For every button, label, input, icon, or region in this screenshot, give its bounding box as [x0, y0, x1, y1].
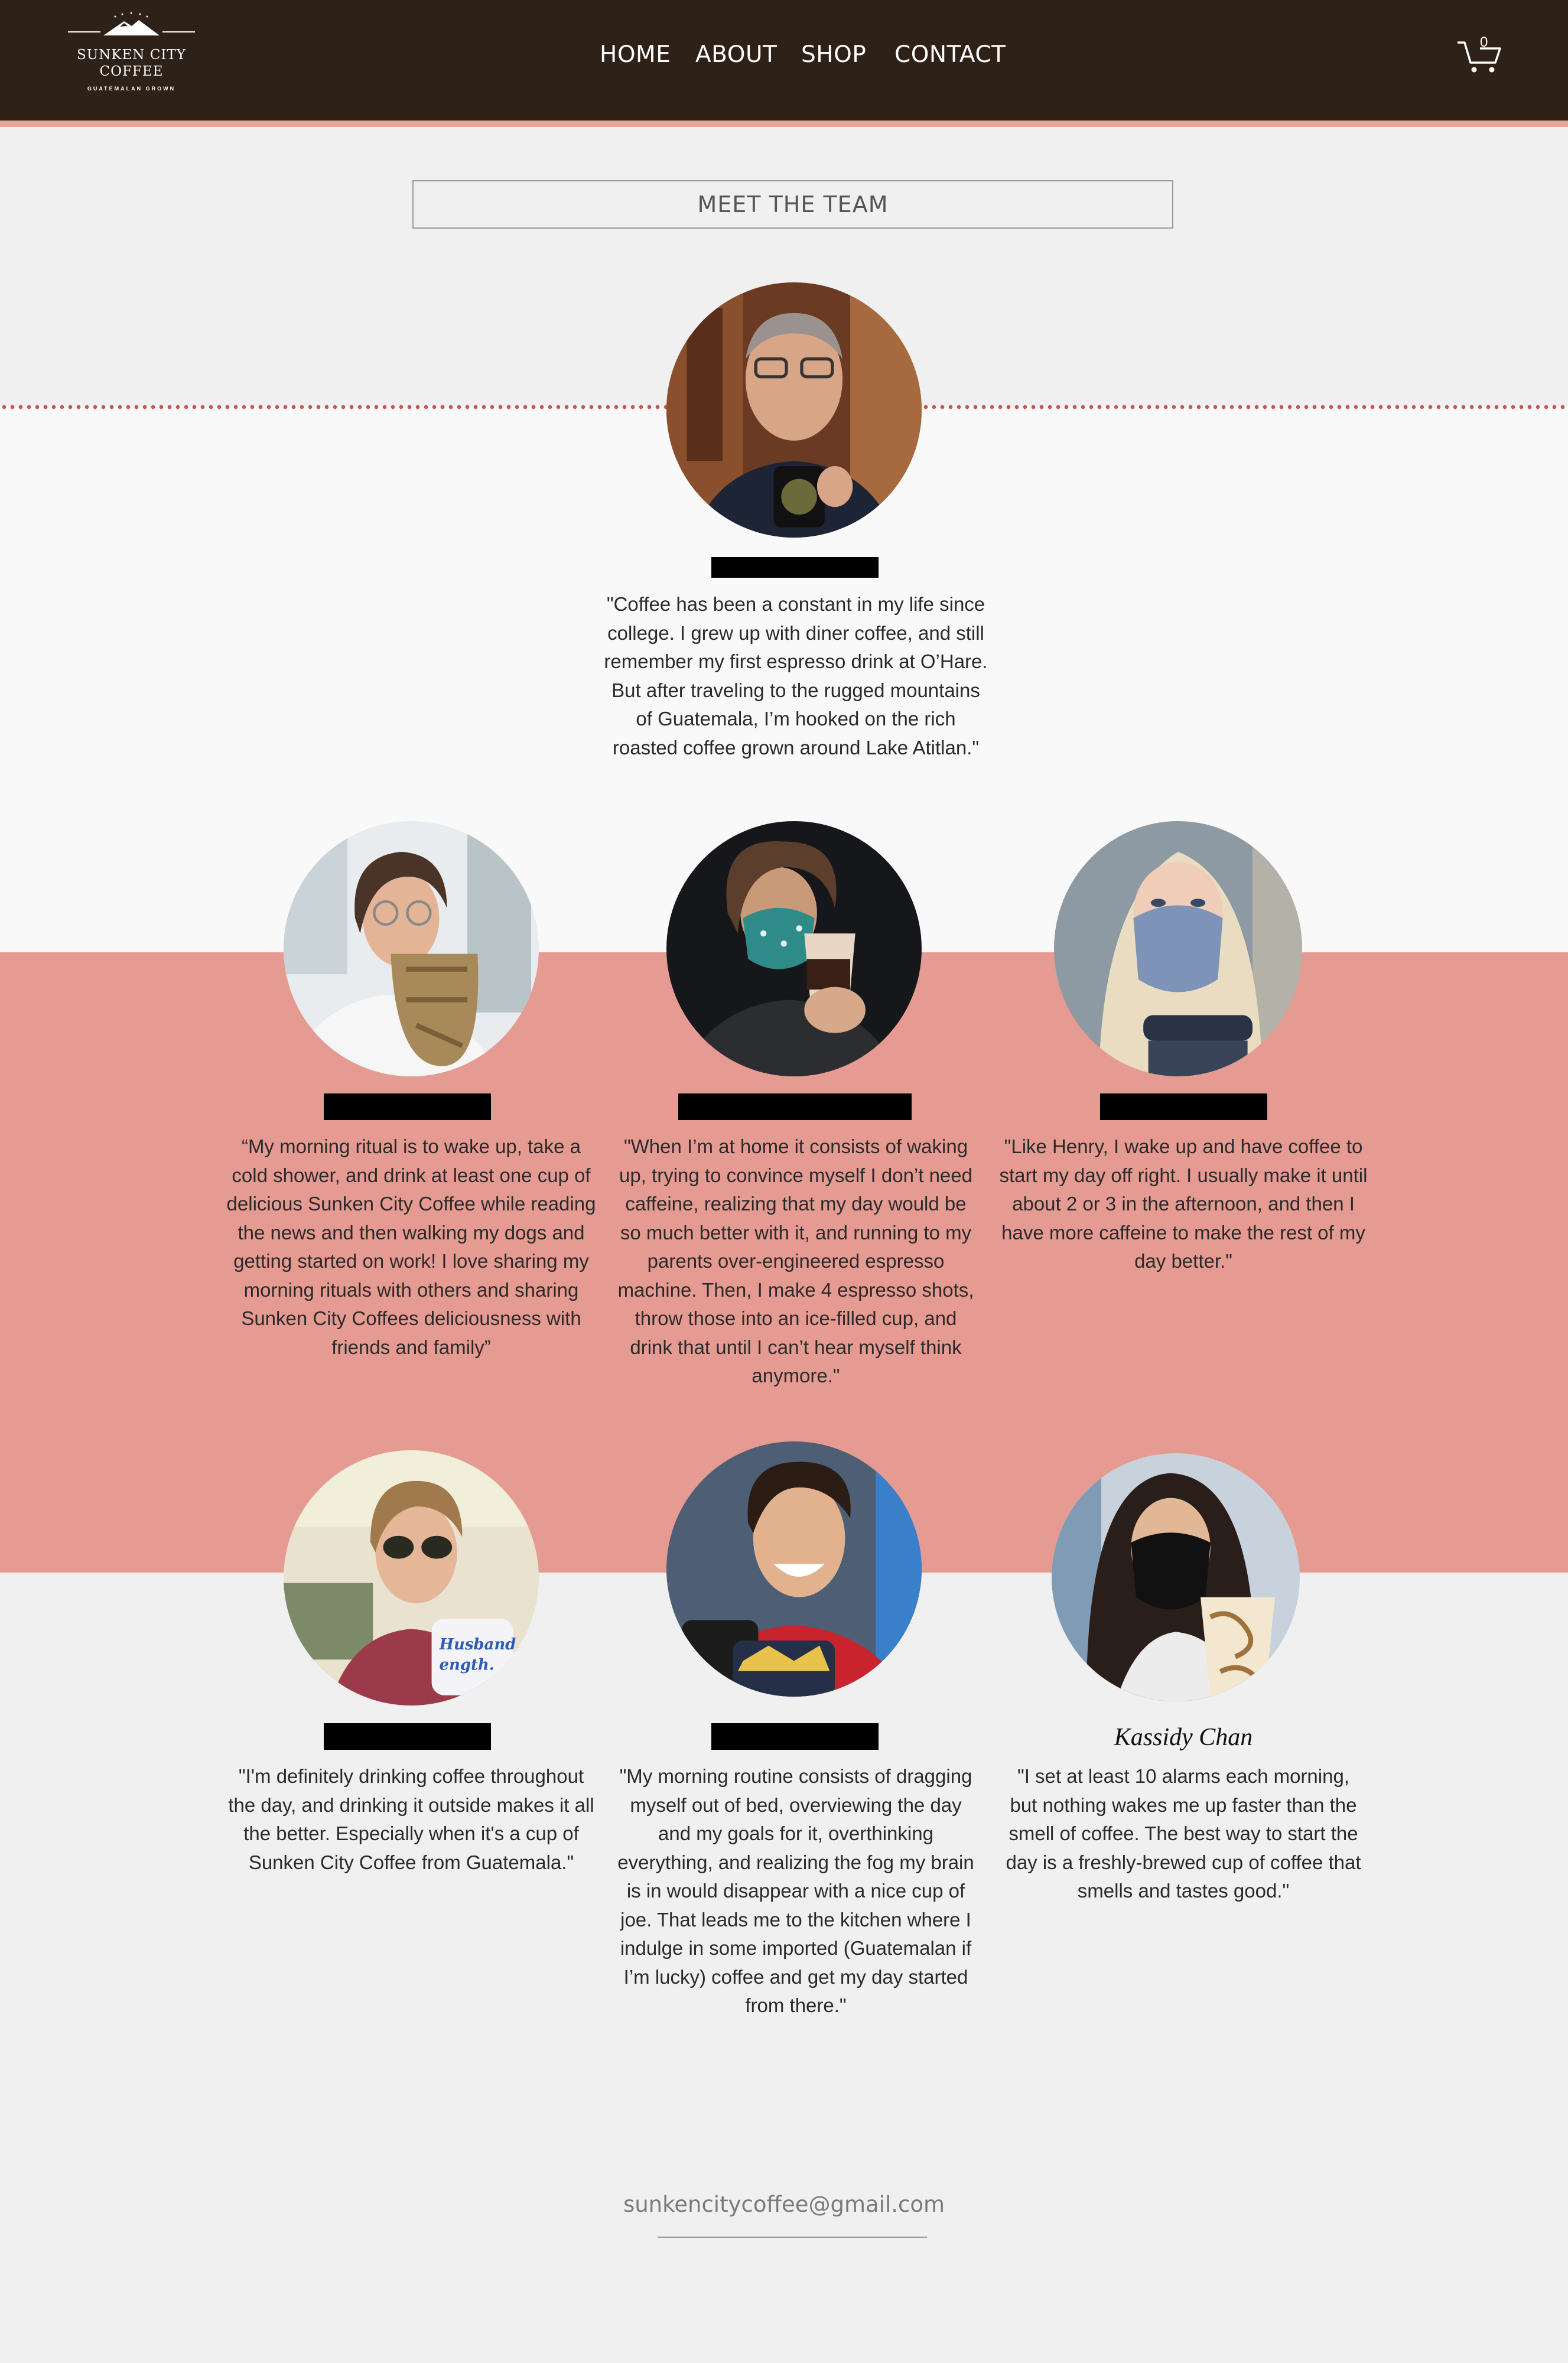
member-photo-1: [666, 282, 922, 538]
member-quote-5: "I'm definitely drinking coffee througho…: [228, 1765, 594, 1873]
member-quote-1: "Coffee has been a constant in my life s…: [604, 593, 988, 759]
member-photo-7: [1052, 1453, 1300, 1701]
member-photo-5: Husband, ength.: [284, 1450, 539, 1705]
member-photo-3: [666, 821, 922, 1076]
member-quote-4: "Like Henry, I wake up and have coffee t…: [999, 1135, 1368, 1272]
cart-button[interactable]: 0: [1456, 34, 1504, 77]
meet-the-team-heading: MEET THE TEAM: [412, 180, 1173, 229]
member-name-redacted-5: [324, 1723, 491, 1750]
member-name-redacted-3: [678, 1093, 912, 1120]
member-name-redacted-2: [324, 1093, 491, 1120]
site-header: SUNKEN CITY COFFEE GUATEMALAN GROWN HOME…: [0, 0, 1568, 121]
nav-shop[interactable]: SHOP: [801, 41, 866, 68]
member-quote-7: "I set at least 10 alarms each morning, …: [1006, 1765, 1361, 1902]
member-photo-2: [284, 821, 539, 1076]
site-logo[interactable]: SUNKEN CITY COFFEE GUATEMALAN GROWN: [68, 12, 195, 100]
member-name-7: Kassidy Chan: [1114, 1724, 1253, 1751]
logo-line-1: SUNKEN CITY: [77, 47, 186, 63]
mountain-logo-icon: [68, 12, 195, 35]
member-name-redacted-1: [711, 557, 879, 578]
member-photo-6: [666, 1441, 922, 1697]
member-quote-2: “My morning ritual is to wake up, take a…: [226, 1135, 596, 1358]
member-name-redacted-4: [1100, 1093, 1267, 1120]
member-name-redacted-6: [711, 1723, 879, 1750]
dotted-divider-left: [0, 405, 666, 409]
email-underline: [658, 2237, 927, 2238]
logo-line-2: COFFEE: [99, 64, 164, 79]
header-accent-stripe: [0, 121, 1568, 127]
member-photo-4: [1054, 821, 1302, 1076]
mug-text-line-2: ength.: [440, 1656, 495, 1674]
cart-count: 0: [1480, 34, 1488, 50]
nav-contact[interactable]: CONTACT: [894, 41, 1006, 68]
member-quote-3: "When I’m at home it consists of waking …: [617, 1135, 974, 1386]
contact-email-link[interactable]: sunkencitycoffee@gmail.com: [607, 2192, 961, 2217]
member-quote-6: "My morning routine consists of dragging…: [617, 1765, 974, 2016]
dotted-divider-right: [922, 405, 1568, 409]
mug-text-line-1: Husband,: [439, 1636, 522, 1654]
nav-about[interactable]: ABOUT: [695, 41, 777, 68]
logo-tagline: GUATEMALAN GROWN: [87, 86, 176, 92]
nav-home[interactable]: HOME: [600, 41, 671, 68]
